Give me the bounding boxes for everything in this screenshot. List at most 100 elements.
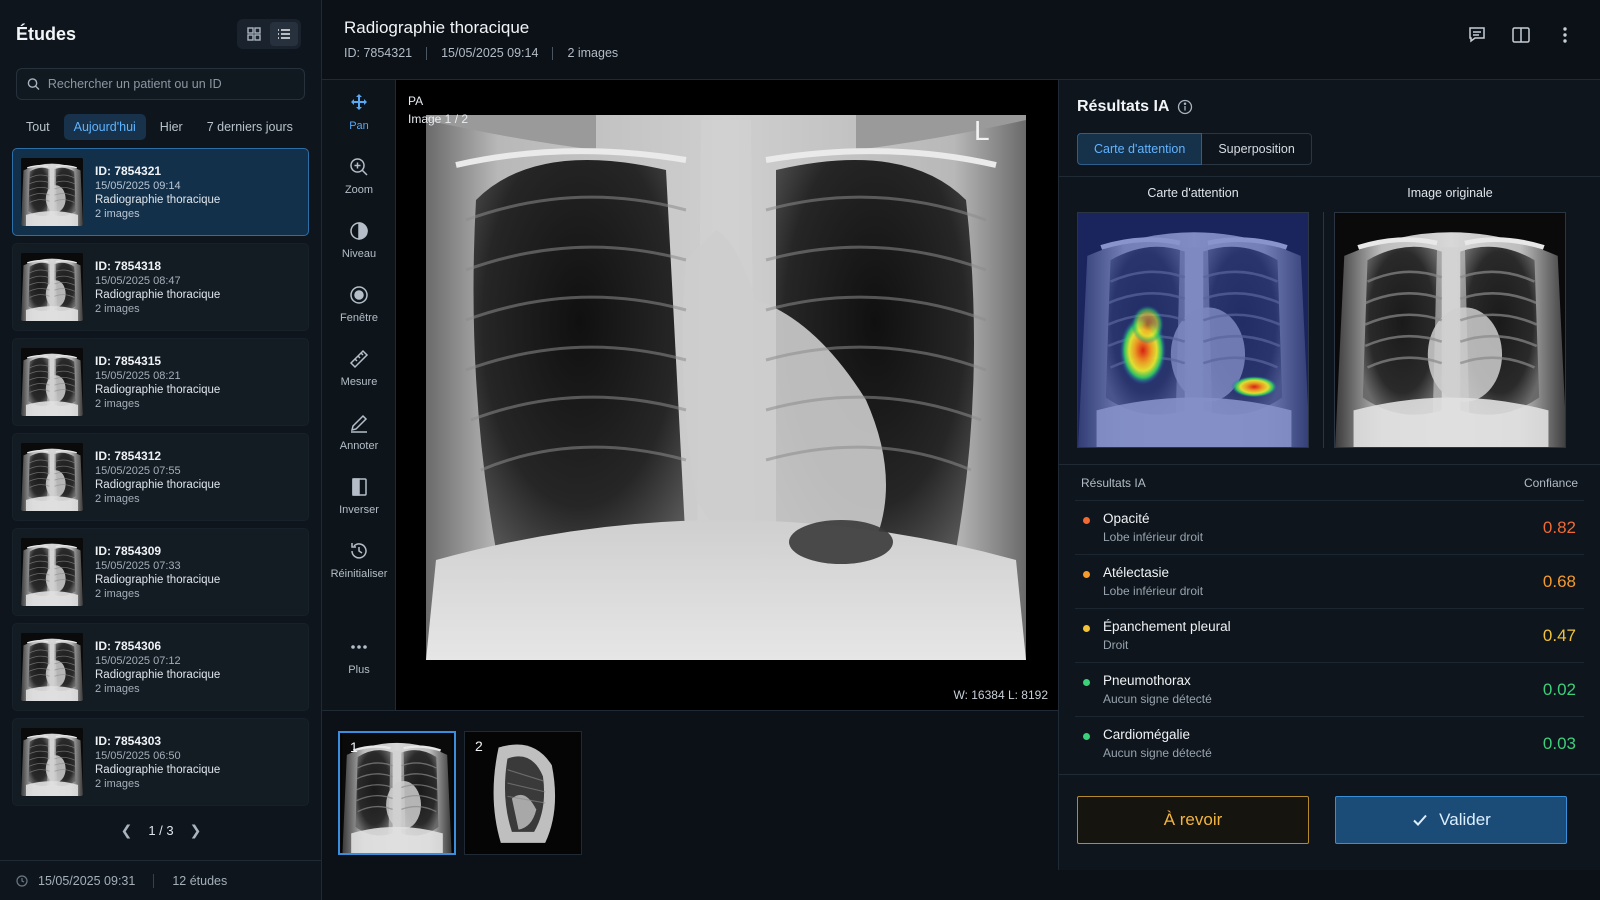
study-datetime: 15/05/2025 08:47	[95, 275, 181, 287]
split-view-icon	[1512, 27, 1530, 43]
tool-zoom[interactable]: Zoom	[322, 156, 396, 196]
ai-view-tabs: Carte d'attention Superposition	[1077, 133, 1312, 165]
study-datetime: 15/05/2025 09:14	[95, 180, 181, 192]
study-item[interactable]: ID: 7854312 15/05/2025 07:55 Radiographie …	[12, 433, 309, 521]
confidence-value: 0.03	[1542, 734, 1576, 753]
search-box	[16, 68, 305, 100]
finding-row[interactable]: Pneumothorax Aucun signe détecté 0.02	[1075, 662, 1584, 716]
finding-row[interactable]: Opacité Lobe inférieur droit 0.82	[1075, 500, 1584, 554]
finding-text: Atélectasie Lobe inférieur droit	[1103, 565, 1203, 598]
tool-more[interactable]: Plus	[322, 636, 396, 676]
study-item[interactable]: ID: 7854321 15/05/2025 09:14 Radiographie …	[12, 148, 309, 236]
tool-level[interactable]: Niveau	[322, 220, 396, 260]
footer-datetime: 15/05/2025 09:31	[38, 873, 136, 888]
sidebar-footer: 15/05/2025 09:31 12 études	[0, 860, 322, 900]
series-thumbnails: 1 2	[322, 710, 1058, 870]
study-info: ID: 7854309 15/05/2025 07:33 Radiographie …	[95, 544, 220, 600]
finding-name: Pneumothorax	[1103, 673, 1191, 688]
sidebar-header: Études	[0, 0, 321, 68]
tab-attention-map[interactable]: Carte d'attention	[1077, 133, 1203, 165]
study-image-count: 2 images	[95, 303, 140, 315]
finding-row[interactable]: Cardiomégalie Aucun signe détecté 0.03	[1075, 716, 1584, 770]
study-image-count: 2 images	[95, 398, 140, 410]
finding-location: Aucun signe détecté	[1103, 692, 1212, 706]
study-item[interactable]: ID: 7854309 15/05/2025 07:33 Radiographie …	[12, 528, 309, 616]
finding-name: Atélectasie	[1103, 565, 1170, 580]
finding-name: Cardiomégalie	[1103, 727, 1191, 742]
grid-view-button[interactable]	[240, 22, 268, 46]
comment-icon	[1469, 27, 1485, 43]
comment-button[interactable]	[1466, 24, 1488, 46]
study-type: Radiographie thoracique	[95, 764, 221, 776]
study-type: Radiographie thoracique	[95, 289, 221, 301]
footer-study-count: 12 études	[172, 873, 228, 888]
study-type: Radiographie thoracique	[95, 669, 221, 681]
study-datetime: 15/05/2025 07:12	[95, 655, 181, 667]
divider	[1059, 774, 1600, 775]
list-icon	[278, 29, 290, 39]
finding-row[interactable]: Épanchement pleural Droit 0.47	[1075, 608, 1584, 662]
info-icon[interactable]	[1177, 99, 1193, 115]
tool-reset[interactable]: Réinitialiser	[322, 540, 396, 580]
ai-panel-title: Résultats IA	[1077, 98, 1170, 115]
tool-pan[interactable]: Pan	[322, 92, 396, 132]
severity-dot	[1083, 517, 1090, 524]
original-image[interactable]	[1334, 212, 1566, 448]
finding-location: Lobe inférieur droit	[1103, 584, 1204, 598]
study-id: ID: 7854312	[95, 449, 162, 463]
filter-today[interactable]: Aujourd'hui	[63, 114, 146, 140]
tool-invert[interactable]: Inverser	[322, 476, 396, 516]
tool-bar: Pan Zoom Niveau Fenêtre Mesure Annoter I…	[322, 80, 396, 710]
pan-icon	[351, 94, 367, 110]
divider	[1059, 464, 1600, 465]
tool-window[interactable]: Fenêtre	[322, 284, 396, 324]
attention-map-label: Carte d'attention	[1147, 186, 1239, 200]
study-id: ID: 7854321	[344, 46, 413, 60]
study-item[interactable]: ID: 7854315 15/05/2025 08:21 Radiographie …	[12, 338, 309, 426]
thumbnail-2[interactable]: 2	[464, 731, 582, 855]
study-info: ID: 7854306 15/05/2025 07:12 Radiographie …	[95, 639, 220, 695]
validate-button[interactable]: Valider	[1335, 796, 1567, 844]
filter-yesterday[interactable]: Hier	[150, 114, 193, 140]
list-view-button[interactable]	[270, 22, 298, 46]
study-datetime: 15/05/2025 08:21	[95, 370, 181, 382]
results-table-header: Résultats IA Confiance	[1081, 476, 1578, 490]
finding-row[interactable]: Atélectasie Lobe inférieur droit 0.68	[1075, 554, 1584, 608]
filter-all[interactable]: Tout	[16, 114, 60, 140]
more-options-button[interactable]	[1554, 24, 1576, 46]
tool-annotate[interactable]: Annoter	[322, 412, 396, 452]
search-icon	[27, 78, 40, 91]
review-button[interactable]: À revoir	[1077, 796, 1309, 844]
filter-last-7-days[interactable]: 7 derniers jours	[197, 114, 303, 140]
severity-dot	[1083, 679, 1090, 686]
attention-map-image[interactable]	[1077, 212, 1309, 448]
finding-name: Épanchement pleural	[1103, 619, 1231, 634]
date-filters: Tout Aujourd'hui Hier 7 derniers jours	[16, 114, 305, 140]
study-item[interactable]: ID: 7854306 15/05/2025 07:12 Radiographie …	[12, 623, 309, 711]
prev-page-button[interactable]: ❮	[121, 822, 133, 839]
study-item[interactable]: ID: 7854318 15/05/2025 08:47 Radiographie …	[12, 243, 309, 331]
split-view-button[interactable]	[1510, 24, 1532, 46]
xray-thumbnail	[21, 728, 83, 796]
tool-measure[interactable]: Mesure	[322, 348, 396, 388]
window-icon	[350, 286, 368, 304]
view-toggle	[237, 19, 301, 49]
tab-overlay[interactable]: Superposition	[1202, 133, 1312, 165]
study-info: ID: 7854303 15/05/2025 06:50 Radiographie …	[95, 734, 220, 790]
image-viewer[interactable]: L PA Image 1 / 2 W: 16384 L: 8192	[396, 80, 1058, 710]
search-input[interactable]	[47, 77, 294, 91]
results-column-header: Résultats IA	[1081, 476, 1146, 490]
viewer-overlay-info: PA Image 1 / 2	[408, 92, 468, 128]
view-position: PA	[408, 94, 424, 108]
next-page-button[interactable]: ❯	[190, 822, 202, 839]
study-meta: ID: 7854321 15/05/2025 09:14 2 images	[344, 46, 1578, 60]
study-item[interactable]: ID: 7854303 15/05/2025 06:50 Radiographie …	[12, 718, 309, 806]
validate-label: Valider	[1439, 810, 1491, 829]
finding-text: Pneumothorax Aucun signe détecté	[1103, 673, 1212, 706]
xray-thumbnail	[21, 633, 83, 701]
study-id: ID: 7854315	[95, 354, 162, 368]
confidence-column-header: Confiance	[1523, 476, 1578, 490]
original-image-label: Image originale	[1407, 186, 1493, 200]
thumbnail-1[interactable]: 1	[338, 731, 456, 855]
study-type: Radiographie thoracique	[95, 384, 221, 396]
